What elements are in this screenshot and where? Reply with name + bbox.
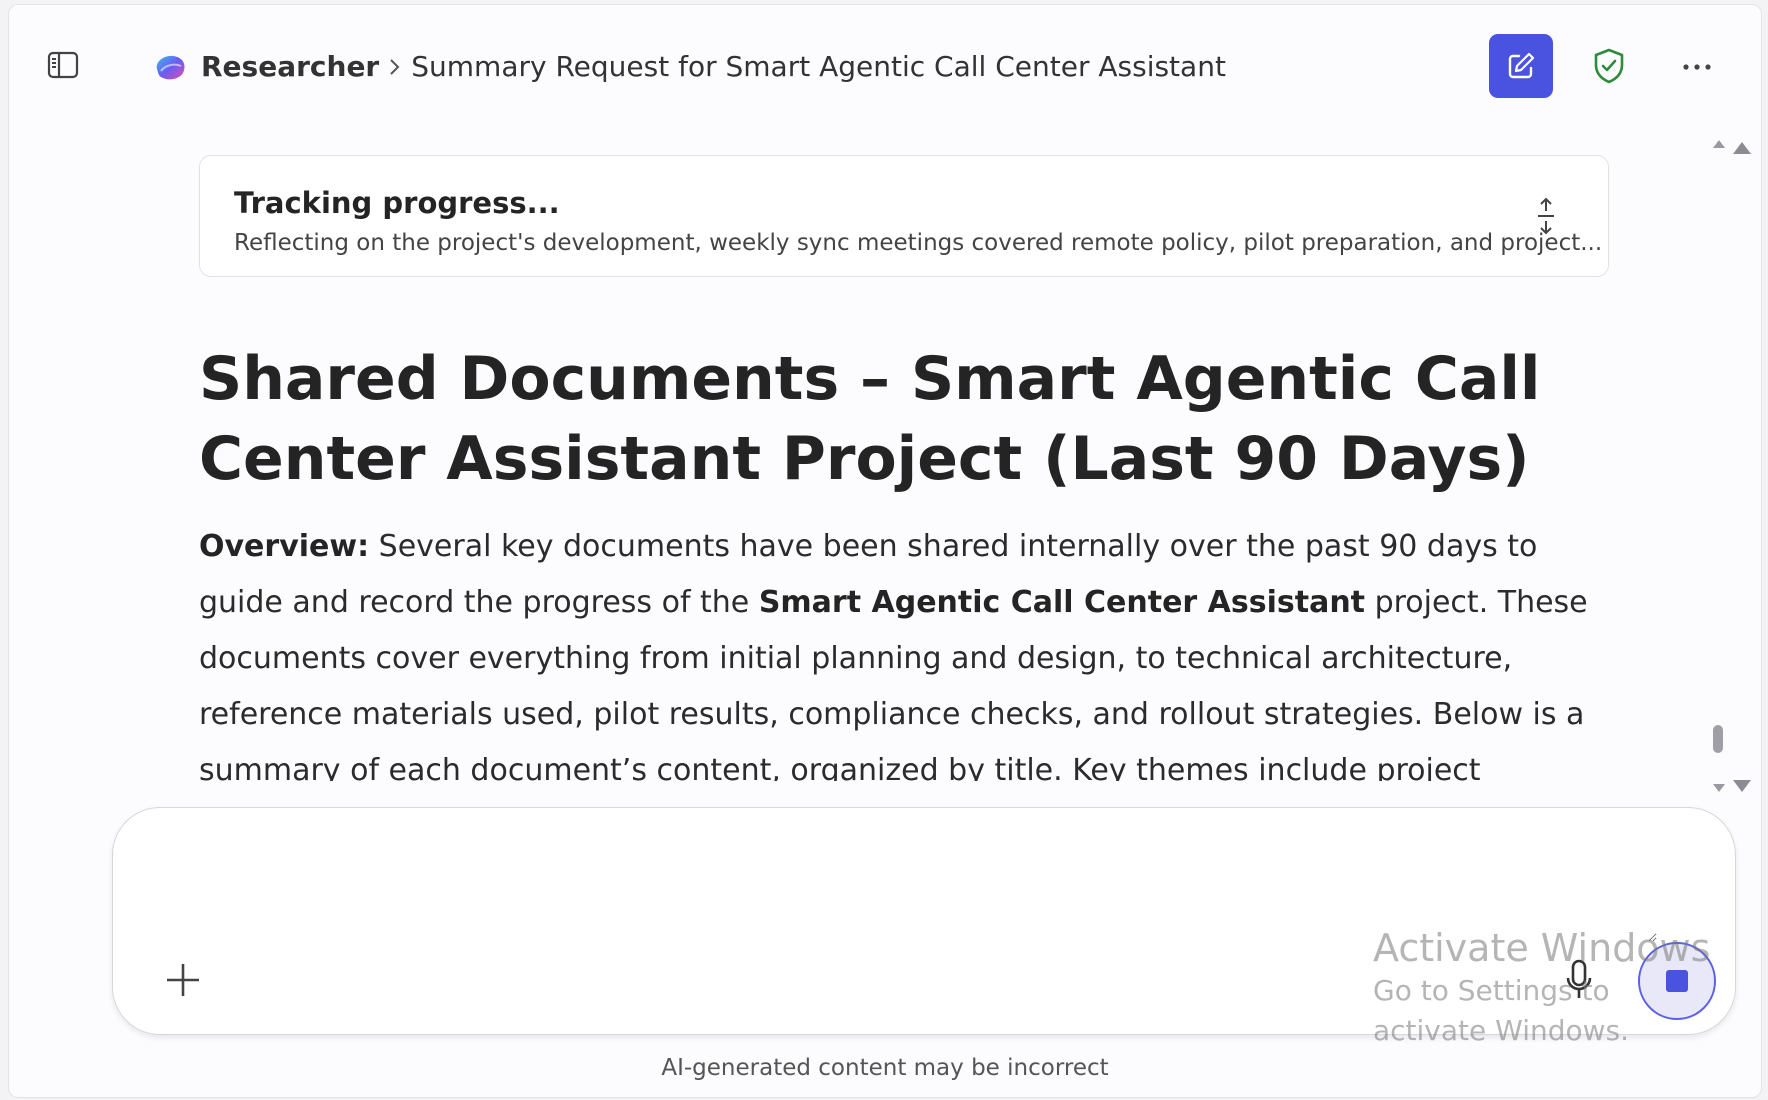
breadcrumb: Researcher Summary Request for Smart Age… [151, 49, 1226, 85]
copilot-logo-icon [151, 49, 189, 85]
document-title: Shared Documents – Smart Agentic Call Ce… [199, 344, 1541, 494]
overview-label: Overview: [199, 529, 370, 564]
scrollbar-thumb[interactable] [1713, 725, 1723, 753]
expand-progress-button[interactable] [1526, 192, 1566, 240]
message-input[interactable] [153, 838, 1657, 942]
plus-icon [167, 964, 199, 996]
scroll-down-arrow-icon[interactable] [1731, 779, 1753, 793]
more-horizontal-icon [1683, 64, 1711, 70]
project-name-bold: Smart Agentic Call Center Assistant [758, 585, 1366, 620]
stop-generating-button[interactable] [1638, 942, 1716, 1020]
add-attachment-button[interactable] [161, 958, 205, 1002]
stop-icon [1666, 970, 1688, 992]
breadcrumb-researcher-link[interactable]: Researcher [201, 49, 379, 85]
progress-subtitle: Reflecting on the project's development,… [234, 230, 1603, 256]
microphone-button[interactable] [1557, 952, 1601, 1008]
shield-check-icon [1594, 48, 1624, 84]
expand-collapse-icon [1538, 197, 1554, 235]
chevron-right-icon [387, 56, 403, 78]
app-window: Researcher Summary Request for Smart Age… [8, 4, 1762, 1098]
message-composer [112, 807, 1736, 1035]
sidebar-icon [47, 51, 79, 79]
more-options-button[interactable] [1673, 43, 1721, 91]
breadcrumb-current-title: Summary Request for Smart Agentic Call C… [411, 50, 1226, 83]
scroll-down-arrow-icon[interactable] [1709, 781, 1729, 795]
progress-title: Tracking progress... [234, 186, 560, 220]
overview-paragraph: Overview: Several key documents have bee… [199, 519, 1629, 781]
microphone-icon [1566, 959, 1592, 998]
sidebar-toggle-button[interactable] [45, 49, 81, 81]
scroll-up-arrow-icon[interactable] [1731, 141, 1753, 155]
ai-disclaimer: AI-generated content may be incorrect [661, 1055, 1109, 1081]
protection-status-button[interactable] [1585, 42, 1633, 90]
compose-icon [1508, 52, 1535, 79]
new-chat-button[interactable] [1489, 34, 1553, 98]
scroll-up-arrow-icon[interactable] [1709, 137, 1729, 151]
progress-card: Tracking progress... Reflecting on the p… [199, 155, 1609, 277]
